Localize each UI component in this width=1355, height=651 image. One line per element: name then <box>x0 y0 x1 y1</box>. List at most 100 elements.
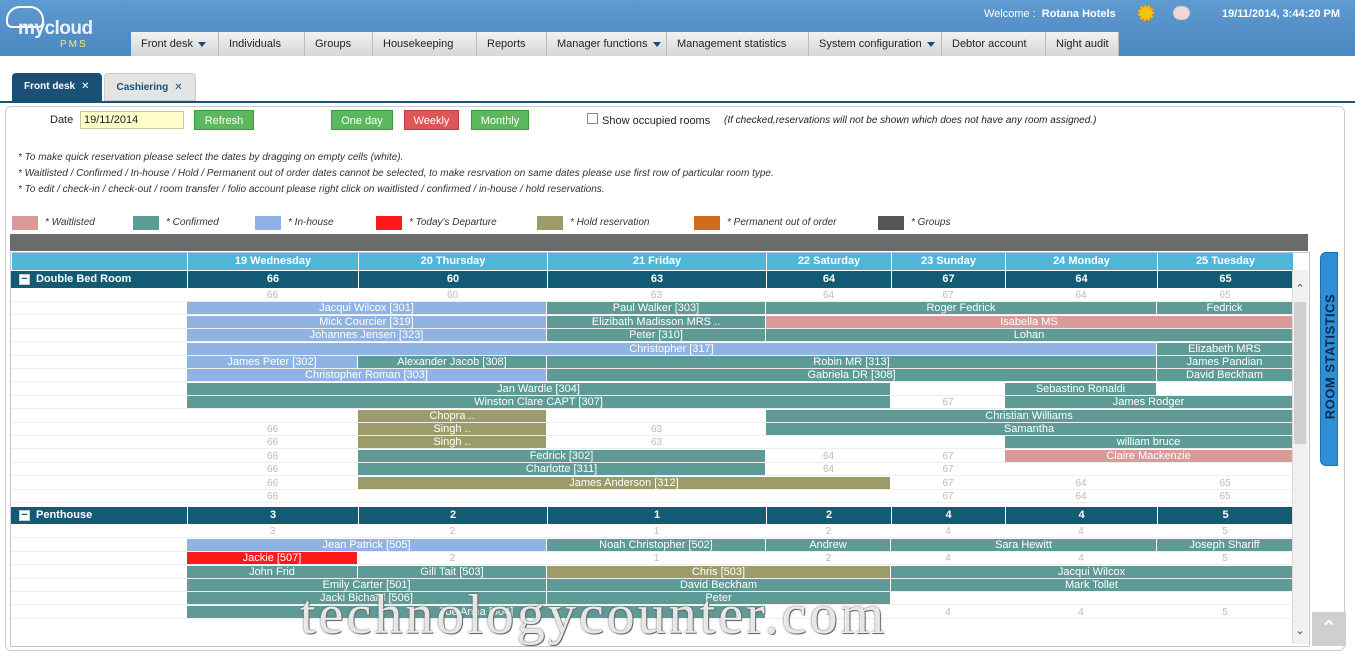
app-logo[interactable]: mycloud PMS <box>4 4 124 54</box>
reservation-bar[interactable]: Joseph Shariff <box>1157 538 1292 551</box>
menu-item-label: Front desk <box>141 38 193 50</box>
availability-count: 5 <box>1222 553 1228 565</box>
show-occupied-label[interactable]: Show occupied rooms <box>602 115 710 127</box>
reservation-bar[interactable]: David Beckham <box>1157 369 1292 382</box>
reservation-bar[interactable]: Jacqui Wilcox [301] <box>187 302 546 315</box>
monthly-button[interactable]: Monthly <box>471 110 529 130</box>
reservation-bar[interactable]: Sara Hewitt <box>891 538 1156 551</box>
availability-count: 2 <box>449 526 456 538</box>
room-type-header[interactable]: − Penthouse <box>11 507 187 525</box>
reservation-bar[interactable]: Samantha <box>766 423 1292 435</box>
reservation-bar[interactable]: Sebastino Ronaldi <box>1005 382 1156 395</box>
chevron-down-icon[interactable]: ⌄ <box>1293 624 1307 637</box>
availability-count: 64 <box>822 290 835 301</box>
reservation-bar[interactable]: Alexander Jacob [308] <box>358 356 546 368</box>
reservation-bar[interactable]: Jacqui Wilcox <box>891 565 1292 578</box>
menu-item[interactable]: Debtor account <box>942 32 1046 56</box>
reservation-bar[interactable]: Claire Mackenzie <box>1005 449 1292 462</box>
reservation-bar[interactable]: James Anderson [312] <box>358 476 890 489</box>
reservation-bar[interactable]: Chopra .. <box>358 409 546 422</box>
room-type-total: 67 <box>891 271 1005 288</box>
room-type-total: 2 <box>358 507 547 525</box>
reservation-bar[interactable]: Singh .. <box>358 423 546 435</box>
weather-icon[interactable] <box>1173 6 1190 20</box>
reservation-bar[interactable]: Mick Courcier [319] <box>187 315 546 328</box>
grid-toolbar <box>10 234 1308 251</box>
availability-count: 63 <box>650 437 663 449</box>
close-icon[interactable]: ✕ <box>81 81 89 92</box>
menu-item[interactable]: Night audit <box>1046 32 1119 56</box>
reservation-bar[interactable]: Jackie [507] <box>187 552 357 565</box>
reservation-bar[interactable]: Johannes Jensen [323] <box>187 329 546 342</box>
reservation-bar[interactable]: James Peter [302] <box>187 356 357 368</box>
menu-item-label: Reports <box>487 38 526 50</box>
note-line: * Waitlisted / Confirmed / In-house / Ho… <box>18 168 774 179</box>
welcome-text: Welcome : Rotana Hotels <box>984 8 1116 20</box>
weekly-button[interactable]: Weekly <box>404 110 459 130</box>
logo-sub-text: PMS <box>60 39 88 50</box>
reservation-bar[interactable]: James Rodger <box>1005 396 1292 409</box>
reservation-bar[interactable]: Singh .. <box>358 436 546 449</box>
date-input[interactable]: 19/11/2014 <box>80 111 184 129</box>
reservation-bar[interactable]: Paul Walker [303] <box>547 302 765 315</box>
reservation-bar[interactable]: Fedrick [302] <box>358 449 765 462</box>
reservation-bar[interactable]: Robin MR [313] <box>547 356 1156 368</box>
reservation-bar[interactable]: Christian Williams <box>766 409 1292 422</box>
room-type-total: 60 <box>358 271 547 288</box>
reservation-bar[interactable]: Mark Tollet <box>891 579 1292 591</box>
reservation-bar[interactable]: James Pandian <box>1157 356 1292 368</box>
menu-item[interactable]: Management statistics <box>667 32 809 56</box>
reservation-bar[interactable]: Roger Fedrick <box>766 302 1156 315</box>
room-type-total: 64 <box>766 271 891 288</box>
tab-cashiering[interactable]: Cashiering ✕ <box>103 73 196 101</box>
reservation-bar[interactable]: Winston Clare CAPT [307] <box>187 396 890 409</box>
reservation-bar[interactable]: Gabriela DR [308] <box>547 369 1156 382</box>
room-type-header[interactable]: − Double Bed Room <box>11 271 187 288</box>
reservation-bar[interactable]: Jan Wardle [304] <box>187 382 890 395</box>
reservation-bar[interactable]: Noah Christopher [502] <box>547 538 765 551</box>
menu-item[interactable]: System configuration <box>809 32 942 56</box>
one-day-button[interactable]: One day <box>331 110 393 130</box>
reservation-bar[interactable]: Elizabeth MRS <box>1157 342 1292 355</box>
reservation-bar[interactable]: Chris [503] <box>547 565 890 578</box>
menu-item[interactable]: Groups <box>305 32 373 56</box>
reservation-bar[interactable]: Christopher Roman [303] <box>187 369 546 382</box>
reservation-bar[interactable]: william bruce <box>1005 436 1292 449</box>
reservation-bar[interactable]: John Frid <box>187 565 357 578</box>
reservation-bar[interactable]: Charlotte [311] <box>358 463 765 476</box>
scroll-to-top-icon[interactable]: ⌃ <box>1312 612 1346 646</box>
availability-count: 66 <box>266 437 279 449</box>
reservation-bar[interactable]: Lohan <box>766 329 1292 342</box>
room-type-total: 4 <box>1005 507 1157 525</box>
availability-count: 67 <box>942 491 954 502</box>
availability-count: 66 <box>266 450 279 462</box>
reservation-bar[interactable]: Fedrick <box>1157 302 1292 315</box>
refresh-button[interactable]: Refresh <box>194 110 254 130</box>
chevron-up-icon[interactable]: ⌃ <box>1293 282 1307 295</box>
availability-count: 4 <box>1078 606 1084 618</box>
reservation-bar[interactable]: Peter [310] <box>547 329 765 342</box>
reservation-bar[interactable]: Gill Tait [503] <box>358 565 546 578</box>
reservation-bar[interactable]: Christopher [317] <box>187 342 1156 355</box>
menu-item[interactable]: Manager functions <box>547 32 667 56</box>
room-statistics-tab[interactable]: ROOM STATISTICS <box>1320 252 1338 466</box>
collapse-toggle-icon[interactable]: − <box>19 274 30 285</box>
sun-icon[interactable] <box>1138 5 1154 21</box>
close-icon[interactable]: ✕ <box>174 82 182 93</box>
reservation-bar[interactable]: Andrew <box>766 538 890 551</box>
collapse-toggle-icon[interactable]: − <box>19 510 30 522</box>
room-type-total: 2 <box>766 507 891 525</box>
scrollbar-thumb[interactable] <box>1294 302 1306 444</box>
tab-front-desk[interactable]: Front desk ✕ <box>12 73 102 101</box>
reservation-bar[interactable]: Jean Patrick [505] <box>187 538 546 551</box>
show-occupied-checkbox[interactable] <box>587 113 598 124</box>
reservation-bar[interactable]: Elizibath Madisson MRS .. <box>547 315 765 328</box>
menu-item[interactable]: Front desk <box>131 32 219 56</box>
menu-item[interactable]: Housekeeping <box>373 32 477 56</box>
menu-item[interactable]: Individuals <box>219 32 305 56</box>
note-line: * To make quick reservation please selec… <box>18 152 404 163</box>
availability-count: 64 <box>822 450 835 462</box>
legend-label: * Hold reservation <box>570 217 650 228</box>
menu-item[interactable]: Reports <box>477 32 547 56</box>
reservation-bar[interactable]: Isabella MS <box>766 315 1292 328</box>
